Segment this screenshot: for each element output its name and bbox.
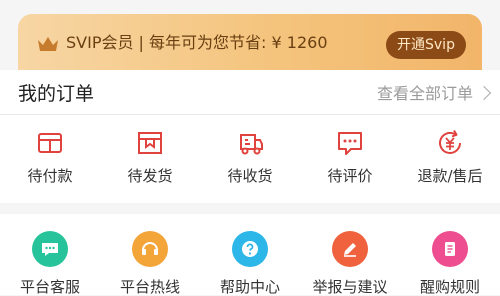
chevron-right-icon xyxy=(476,85,492,101)
order-status-refund[interactable]: 退款/售后 xyxy=(400,122,500,192)
document-icon xyxy=(432,231,468,267)
service-help-center[interactable]: 帮助中心 xyxy=(200,231,300,296)
open-svip-button[interactable]: 开通Svip xyxy=(386,31,466,59)
my-orders-title: 我的订单 xyxy=(18,83,95,105)
service-label: 举报与建议 xyxy=(312,278,388,296)
pencil-icon xyxy=(332,231,368,267)
services-panel: 平台客服 平台热线 帮助中心 举报与建议 醒购规则 xyxy=(0,214,500,296)
order-status-label: 待付款 xyxy=(27,167,73,185)
help-icon xyxy=(232,231,268,267)
svip-banner[interactable]: SVIP会员 | 每年可为您节省: ¥ 1260 开通Svip xyxy=(18,14,482,70)
order-status-label: 退款/售后 xyxy=(417,167,483,185)
order-status-label: 待评价 xyxy=(327,167,373,185)
view-all-orders-link[interactable]: 查看全部订单 xyxy=(376,83,492,105)
service-label: 平台热线 xyxy=(119,278,180,296)
service-label: 醒购规则 xyxy=(419,278,480,296)
order-status-grid: 待付款 待发货 待收货 待评价 退款/售后 xyxy=(0,122,500,192)
order-status-pending-review[interactable]: 待评价 xyxy=(300,122,400,192)
comment-icon xyxy=(338,132,362,155)
wallet-icon xyxy=(38,133,62,153)
order-status-label: 待收货 xyxy=(227,167,273,185)
service-rules[interactable]: 醒购规则 xyxy=(400,231,500,296)
service-label: 帮助中心 xyxy=(219,278,280,296)
order-status-label: 待发货 xyxy=(127,167,173,185)
package-icon xyxy=(138,132,162,154)
service-label: 平台客服 xyxy=(19,278,80,296)
delivery-truck-icon xyxy=(240,134,263,155)
svip-savings-text: SVIP会员 | 每年可为您节省: ¥ 1260 xyxy=(66,33,328,52)
divider xyxy=(0,114,500,115)
refund-icon xyxy=(439,129,461,154)
headset-icon xyxy=(132,231,168,267)
service-report-feedback[interactable]: 举报与建议 xyxy=(300,231,400,296)
order-status-pending-shipment[interactable]: 待发货 xyxy=(100,122,200,192)
view-all-orders-label: 查看全部订单 xyxy=(376,84,473,103)
service-hotline[interactable]: 平台热线 xyxy=(100,231,200,296)
chat-bubble-icon xyxy=(32,231,68,267)
order-status-pending-payment[interactable]: 待付款 xyxy=(0,122,100,192)
my-orders-panel: 我的订单 查看全部订单 待付款 待发货 待收货 待评价 退款/售后 xyxy=(0,70,500,203)
order-status-pending-receipt[interactable]: 待收货 xyxy=(200,122,300,192)
service-customer-support[interactable]: 平台客服 xyxy=(0,231,100,296)
crown-icon xyxy=(38,37,58,51)
